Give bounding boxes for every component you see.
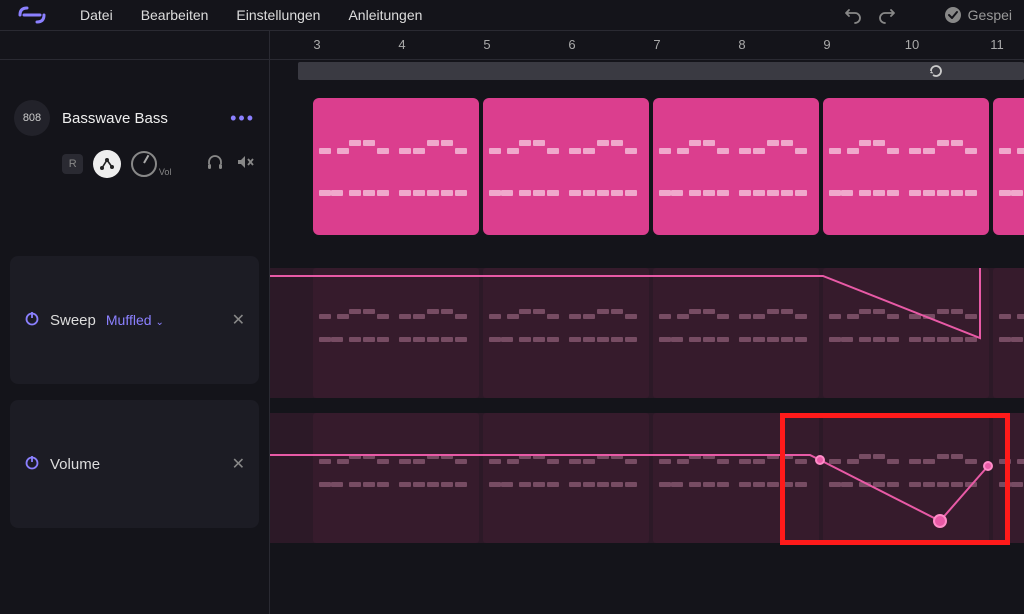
- redo-icon[interactable]: [878, 6, 896, 24]
- ruler-tick: 9: [823, 37, 830, 52]
- power-icon[interactable]: [24, 310, 40, 331]
- history-controls: [844, 6, 896, 24]
- save-status: Gespei: [944, 6, 1012, 24]
- ruler-tick: 10: [905, 37, 919, 52]
- ruler-tick: 8: [738, 37, 745, 52]
- power-icon[interactable]: [24, 454, 40, 475]
- close-icon[interactable]: ✕: [232, 310, 245, 330]
- check-circle-icon: [944, 6, 962, 24]
- undo-icon[interactable]: [844, 6, 862, 24]
- save-status-label: Gespei: [968, 7, 1012, 23]
- pattern-lane[interactable]: [270, 98, 1024, 238]
- menu-datei[interactable]: Datei: [80, 7, 113, 23]
- automation-graph-icon: [98, 155, 116, 173]
- loop-icon[interactable]: [928, 63, 944, 84]
- volume-knob[interactable]: [131, 151, 157, 177]
- pattern-clip[interactable]: [993, 98, 1024, 235]
- menu-bearbeiten[interactable]: Bearbeiten: [141, 7, 209, 23]
- instrument-header: 808 Basswave Bass ••• R Vol: [0, 88, 269, 188]
- track-side-panel: 808 Basswave Bass ••• R Vol: [0, 88, 270, 614]
- ruler-tick: 4: [398, 37, 405, 52]
- timeline-ruler[interactable]: 3 4 5 6 7 8 9 10 11: [270, 30, 1024, 60]
- chevron-down-icon: ⌄: [155, 317, 163, 328]
- sweep-automation-line[interactable]: [270, 268, 1024, 398]
- headphones-icon[interactable]: [205, 152, 225, 177]
- automation-lane-sweep[interactable]: Sweep Muffled ⌄ ✕: [10, 256, 259, 384]
- pattern-clip[interactable]: [313, 98, 479, 235]
- instrument-badge[interactable]: 808: [14, 100, 50, 136]
- lane-preset-dropdown[interactable]: Muffled ⌄: [106, 312, 164, 328]
- ruler-tick: 6: [568, 37, 575, 52]
- pattern-clip[interactable]: [483, 98, 649, 235]
- timeline-area[interactable]: [270, 88, 1024, 614]
- volume-knob-label: Vol: [159, 167, 172, 177]
- app-logo: [12, 6, 52, 24]
- instrument-name[interactable]: Basswave Bass: [62, 110, 218, 127]
- sweep-automation-area[interactable]: [270, 268, 1024, 398]
- playbar-track[interactable]: [270, 60, 1024, 88]
- menu-bar: Datei Bearbeiten Einstellungen Anleitung…: [0, 0, 1024, 30]
- menu-anleitungen[interactable]: Anleitungen: [348, 7, 422, 23]
- menu-einstellungen[interactable]: Einstellungen: [236, 7, 320, 23]
- ruler-tick: 3: [313, 37, 320, 52]
- pattern-clip[interactable]: [653, 98, 819, 235]
- ruler-tick: 7: [653, 37, 660, 52]
- highlight-annotation: [780, 413, 1010, 545]
- lane-name: Volume: [50, 456, 100, 473]
- loop-region[interactable]: [298, 62, 1024, 80]
- instrument-more-icon[interactable]: •••: [230, 108, 255, 129]
- automation-button[interactable]: [93, 150, 120, 178]
- automation-lane-volume[interactable]: Volume ✕: [10, 400, 259, 528]
- lane-name: Sweep: [50, 312, 96, 329]
- record-arm-button[interactable]: R: [62, 154, 83, 174]
- ruler-tick: 11: [990, 37, 1004, 52]
- pattern-clip[interactable]: [823, 98, 989, 235]
- ruler-tick: 5: [483, 37, 490, 52]
- mute-icon[interactable]: [235, 152, 255, 177]
- ruler-left-gutter: [0, 30, 270, 60]
- close-icon[interactable]: ✕: [232, 454, 245, 474]
